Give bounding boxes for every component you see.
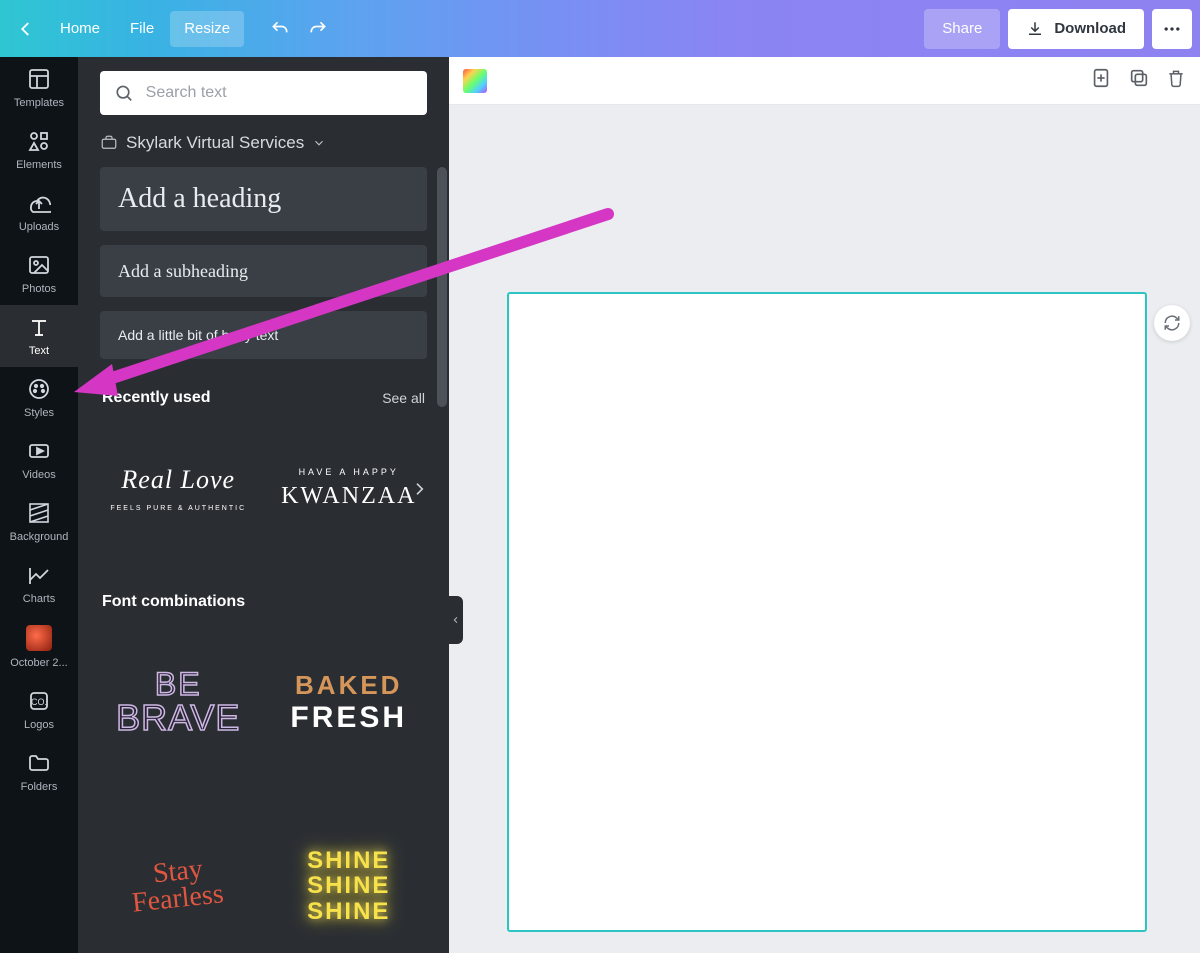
resize-button[interactable]: Resize <box>170 11 244 47</box>
add-heading-button[interactable]: Add a heading <box>100 167 427 231</box>
template-line: FRESH <box>290 701 407 735</box>
template-line: Fearless <box>131 881 225 917</box>
text-template-kwanzaa[interactable]: HAVE A HAPPY KWANZAA <box>271 413 428 563</box>
top-bar: Home File Resize Share Download <box>0 0 1200 57</box>
template-line: HAVE A HAPPY <box>299 467 399 477</box>
rail-templates[interactable]: Templates <box>0 57 78 119</box>
rail-background[interactable]: Background <box>0 491 78 553</box>
rail-label: Styles <box>24 407 54 419</box>
rail-label: Charts <box>23 593 55 605</box>
search-input[interactable] <box>146 84 413 102</box>
template-line: FEELS PURE & AUTHENTIC <box>110 505 246 512</box>
brand-name: Skylark Virtual Services <box>126 133 304 153</box>
canvas-surface[interactable] <box>449 105 1200 953</box>
template-line: BAKED <box>295 670 402 701</box>
rail-photos[interactable]: Photos <box>0 243 78 305</box>
editor-area <box>449 57 1200 953</box>
share-button[interactable]: Share <box>924 9 1000 49</box>
panel-collapse-button[interactable] <box>449 596 463 644</box>
rail-charts[interactable]: Charts <box>0 553 78 615</box>
download-button[interactable]: Download <box>1008 9 1144 49</box>
text-template-real-love[interactable]: Real Love FEELS PURE & AUTHENTIC <box>100 413 257 563</box>
rail-text[interactable]: Text <box>0 305 78 367</box>
rail-label: Logos <box>24 719 54 731</box>
template-line: BE <box>155 668 202 700</box>
home-button[interactable]: Home <box>46 11 114 47</box>
add-subheading-button[interactable]: Add a subheading <box>100 245 427 297</box>
chevron-left-icon <box>452 614 460 626</box>
template-line: Real Love <box>121 465 235 495</box>
text-panel: Skylark Virtual Services Add a heading A… <box>78 57 449 953</box>
font-combo-baked-fresh[interactable]: BAKED FRESH <box>271 617 428 787</box>
file-menu-button[interactable]: File <box>116 11 168 47</box>
rail-label: Text <box>29 345 49 357</box>
font-combo-be-brave[interactable]: BE BRAVE <box>100 617 257 787</box>
download-label: Download <box>1054 20 1126 37</box>
rail-label: Photos <box>22 283 56 295</box>
rail-label: October 2... <box>10 657 67 669</box>
rail-videos[interactable]: Videos <box>0 429 78 491</box>
document-toolbar <box>449 57 1200 105</box>
rail-label: Uploads <box>19 221 59 233</box>
rail-brand-folder[interactable]: October 2... <box>0 615 78 679</box>
canvas-page[interactable] <box>509 294 1145 930</box>
search-input-wrapper[interactable] <box>100 71 427 115</box>
nav-rail: Templates Elements Uploads Photos Text S… <box>0 57 78 953</box>
template-line: BRAVE <box>116 700 240 736</box>
search-icon <box>114 82 134 104</box>
rail-label: Videos <box>22 469 55 481</box>
font-combos-heading: Font combinations <box>102 593 245 611</box>
add-page-button[interactable] <box>1090 67 1112 94</box>
redo-button[interactable] <box>300 11 336 47</box>
svg-text:CO.: CO. <box>31 697 47 707</box>
carousel-next-button[interactable] <box>407 477 431 501</box>
delete-page-button[interactable] <box>1166 67 1186 94</box>
chevron-down-icon <box>312 136 326 150</box>
rail-elements[interactable]: Elements <box>0 119 78 181</box>
template-line: SHINE <box>307 848 390 873</box>
undo-button[interactable] <box>262 11 298 47</box>
brand-thumbnail-icon <box>26 625 52 651</box>
font-combo-stay-fearless[interactable]: Stay Fearless <box>100 801 257 953</box>
font-combo-shine[interactable]: SHINE SHINE SHINE <box>271 801 428 953</box>
rail-label: Background <box>10 531 69 543</box>
color-picker-button[interactable] <box>463 69 487 93</box>
back-button[interactable] <box>8 11 44 47</box>
rail-uploads[interactable]: Uploads <box>0 181 78 243</box>
rail-label: Folders <box>21 781 58 793</box>
rail-styles[interactable]: Styles <box>0 367 78 429</box>
template-line: SHINE <box>307 873 390 898</box>
duplicate-page-button[interactable] <box>1128 67 1150 94</box>
regenerate-button[interactable] <box>1154 305 1190 341</box>
more-menu-button[interactable] <box>1152 9 1192 49</box>
add-body-text-button[interactable]: Add a little bit of body text <box>100 311 427 359</box>
recently-used-heading: Recently used <box>102 389 210 407</box>
rail-label: Templates <box>14 97 64 109</box>
rail-folders[interactable]: Folders <box>0 741 78 803</box>
rail-logos[interactable]: CO. Logos <box>0 679 78 741</box>
see-all-link[interactable]: See all <box>382 390 425 406</box>
template-line: SHINE <box>307 899 390 924</box>
rail-label: Elements <box>16 159 62 171</box>
brand-dropdown[interactable]: Skylark Virtual Services <box>100 133 427 153</box>
brand-icon <box>100 134 118 152</box>
template-line: KWANZAA <box>281 483 416 510</box>
